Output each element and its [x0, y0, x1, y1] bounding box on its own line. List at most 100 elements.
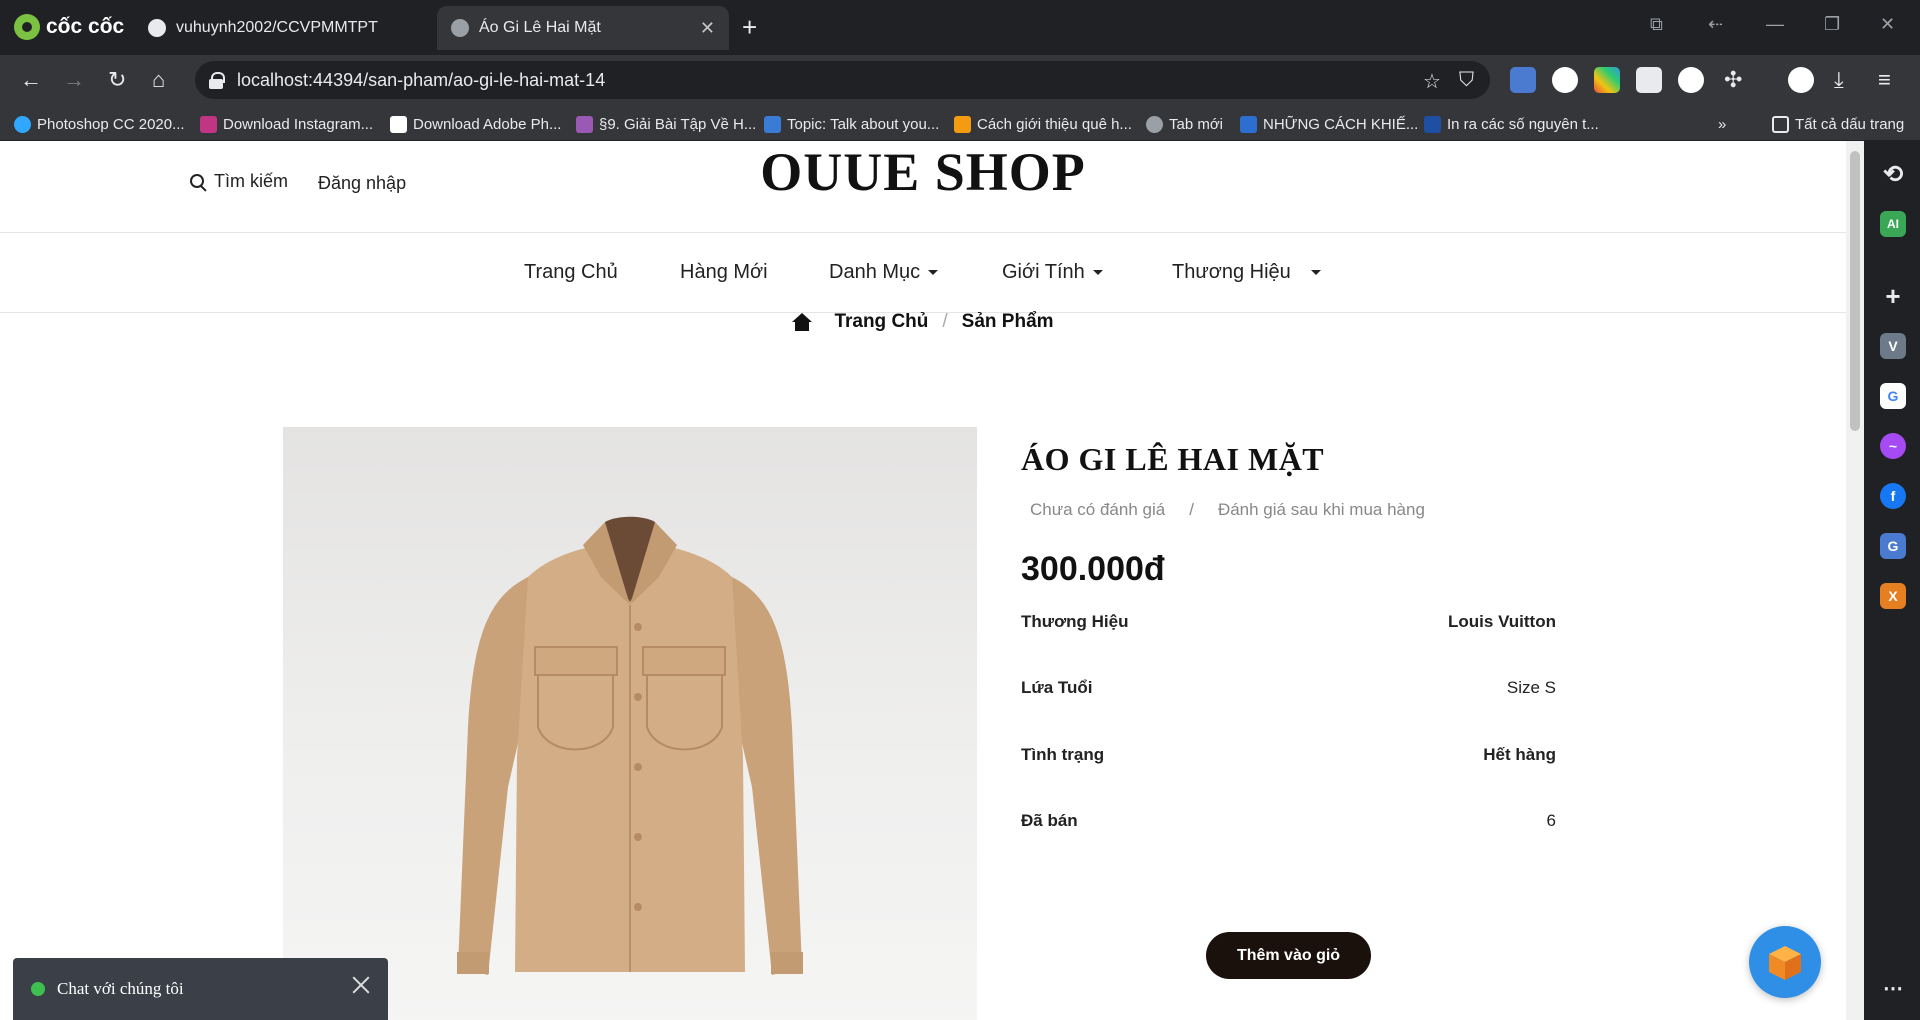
v-app-icon[interactable]: V — [1880, 333, 1906, 359]
tab-github[interactable]: vuhuynh2002/CCVPMMTPT — [134, 6, 434, 50]
breadcrumb-home[interactable]: Trang Chủ — [834, 311, 928, 333]
product-image[interactable] — [283, 427, 977, 1020]
tab-title: Áo Gi Lê Hai Mặt — [479, 19, 601, 36]
spec-value: 6 — [1546, 811, 1556, 830]
color-extension-icon[interactable] — [1594, 67, 1620, 93]
all-bookmarks-folder[interactable]: Tất cả dấu trang — [1772, 112, 1904, 136]
photoshop-icon — [14, 115, 31, 133]
list-extension-icon[interactable] — [1636, 67, 1662, 93]
product-title: ÁO GI LÊ HAI MẶT — [1021, 441, 1325, 477]
new-tab-button[interactable]: + — [742, 12, 757, 43]
scrollbar-thumb[interactable] — [1850, 151, 1860, 431]
caret-down-icon — [1310, 270, 1321, 275]
bookmark-star-icon[interactable]: ☆ — [1423, 69, 1441, 94]
forward-button[interactable]: → — [63, 67, 85, 93]
bookmark-item[interactable]: Photoshop CC 2020... — [14, 112, 185, 136]
spec-age: Lứa Tuổi Size S — [1021, 678, 1556, 698]
breadcrumb: Trang Chủ / Sản Phẩm — [0, 311, 1846, 333]
jacket-illustration — [457, 516, 803, 975]
bookmark-item[interactable]: NHỮNG CÁCH KHIẾ... — [1240, 112, 1418, 136]
caret-down-icon — [1092, 270, 1103, 275]
history-icon[interactable]: ⟲ — [1880, 161, 1906, 188]
add-to-cart-button[interactable]: Thêm vào giỏ — [1206, 932, 1371, 979]
download-icon[interactable]: ⤓ — [1834, 67, 1844, 93]
bookmark-label: §9. Giải Bài Tập Về H... — [599, 115, 757, 133]
floating-action-button[interactable] — [1749, 926, 1821, 998]
bookmark-item[interactable]: Tab mới — [1146, 112, 1223, 136]
google-icon[interactable]: G — [1880, 383, 1906, 409]
spec-label: Tình trạng — [1021, 745, 1105, 764]
bookmark-item[interactable]: Download Instagram... — [200, 112, 373, 136]
x-app-icon[interactable]: X — [1880, 583, 1906, 609]
settings-extension-icon[interactable] — [1552, 67, 1578, 93]
profile-avatar[interactable] — [1788, 67, 1814, 93]
close-icon[interactable] — [352, 976, 370, 994]
nav-new-arrivals[interactable]: Hàng Mới — [680, 261, 768, 284]
spec-label: Thương Hiệu — [1021, 612, 1129, 631]
online-status-dot — [31, 982, 45, 996]
messenger-icon[interactable]: ~ — [1880, 433, 1906, 459]
nav-label: Giới Tính — [1002, 261, 1085, 283]
ai-assistant-icon[interactable]: AI — [1880, 211, 1906, 237]
lock-icon[interactable] — [209, 72, 225, 89]
shop-logo[interactable]: OUUE SHOP — [0, 141, 1846, 203]
bookmark-label: NHỮNG CÁCH KHIẾ... — [1263, 115, 1419, 133]
bookmark-item[interactable]: In ra các số nguyên t... — [1424, 112, 1599, 136]
spec-brand: Thương Hiệu Louis Vuitton — [1021, 612, 1556, 632]
back-forward-cache-icon[interactable]: ⇠ — [1708, 14, 1723, 35]
spec-value: Size S — [1506, 678, 1556, 697]
tumblr-icon — [390, 115, 407, 133]
tab-product[interactable]: Áo Gi Lê Hai Mặt ✕ — [437, 6, 729, 50]
bookmark-item[interactable]: §9. Giải Bài Tập Về H... — [576, 112, 756, 136]
puzzle-extensions-icon[interactable]: ✣ — [1724, 67, 1742, 93]
more-bookmarks-button[interactable]: » — [1718, 112, 1726, 136]
bookmark-item[interactable]: Cách giới thiệu quê h... — [954, 112, 1132, 136]
bookmark-label: Download Instagram... — [223, 115, 374, 133]
facebook-icon[interactable]: f — [1880, 483, 1906, 509]
close-window-button[interactable]: ✕ — [1880, 14, 1895, 35]
chrome-extension-icon[interactable] — [1678, 67, 1704, 93]
add-panel-icon[interactable]: + — [1880, 281, 1906, 311]
nav-brands[interactable]: Thương Hiệu — [1172, 261, 1321, 284]
nav-home[interactable]: Trang Chủ — [524, 261, 618, 284]
url-text: localhost:44394/san-pham/ao-gi-le-hai-ma… — [237, 69, 606, 90]
minimize-button[interactable]: — — [1766, 14, 1784, 35]
box-icon — [1769, 946, 1801, 980]
page-scrollbar[interactable] — [1846, 141, 1864, 1020]
main-navigation: Trang Chủ Hàng Mới Danh Mục Giới Tính Th… — [0, 233, 1846, 313]
translate-icon[interactable]: G — [1880, 533, 1906, 559]
bookmarks-bar: Photoshop CC 2020... Download Instagram.… — [0, 107, 1920, 141]
tab-search-icon[interactable]: ⧉ — [1650, 14, 1663, 35]
browser-brand[interactable]: cốc cốc — [14, 12, 124, 42]
bookmark-label: Download Adobe Ph... — [413, 115, 562, 133]
hp-icon — [1240, 115, 1257, 133]
chat-label: Chat với chúng tôi — [57, 979, 184, 998]
nav-label: Trang Chủ — [524, 261, 618, 283]
bookmark-item[interactable]: Topic: Talk about you... — [764, 112, 939, 136]
topic-icon — [764, 115, 781, 133]
spec-value: Louis Vuitton — [1448, 612, 1556, 631]
shield-icon[interactable]: ⛉ — [1459, 69, 1474, 92]
reload-button[interactable]: ↻ — [108, 67, 126, 93]
more-options-icon[interactable]: ⋯ — [1880, 975, 1906, 1001]
translate-extension-icon[interactable] — [1510, 67, 1536, 93]
chat-widget[interactable]: Chat với chúng tôi — [13, 958, 388, 1020]
nav-label: Thương Hiệu — [1172, 261, 1291, 283]
home-icon[interactable] — [792, 313, 813, 331]
nav-categories[interactable]: Danh Mục — [829, 261, 939, 284]
address-bar[interactable]: localhost:44394/san-pham/ao-gi-le-hai-ma… — [195, 61, 1490, 99]
rating-note: Đánh giá sau khi mua hàng — [1217, 500, 1425, 519]
menu-icon[interactable]: ≡ — [1878, 67, 1891, 93]
restore-button[interactable]: ❐ — [1824, 14, 1840, 35]
breadcrumb-separator: / — [942, 311, 948, 332]
back-button[interactable]: ← — [20, 67, 42, 93]
bookmark-label: Topic: Talk about you... — [787, 115, 940, 133]
bookmark-item[interactable]: Download Adobe Ph... — [390, 112, 561, 136]
spec-label: Đã bán — [1021, 811, 1078, 830]
home-button[interactable]: ⌂ — [152, 67, 165, 93]
nav-gender[interactable]: Giới Tính — [1002, 261, 1103, 284]
web-page: Tìm kiếm Đăng nhập OUUE SHOP Trang Chủ H… — [0, 141, 1864, 1020]
bookmark-label: In ra các số nguyên t... — [1447, 115, 1599, 133]
tab-title: vuhuynh2002/CCVPMMTPT — [176, 19, 378, 36]
close-tab-icon[interactable]: ✕ — [700, 18, 715, 39]
